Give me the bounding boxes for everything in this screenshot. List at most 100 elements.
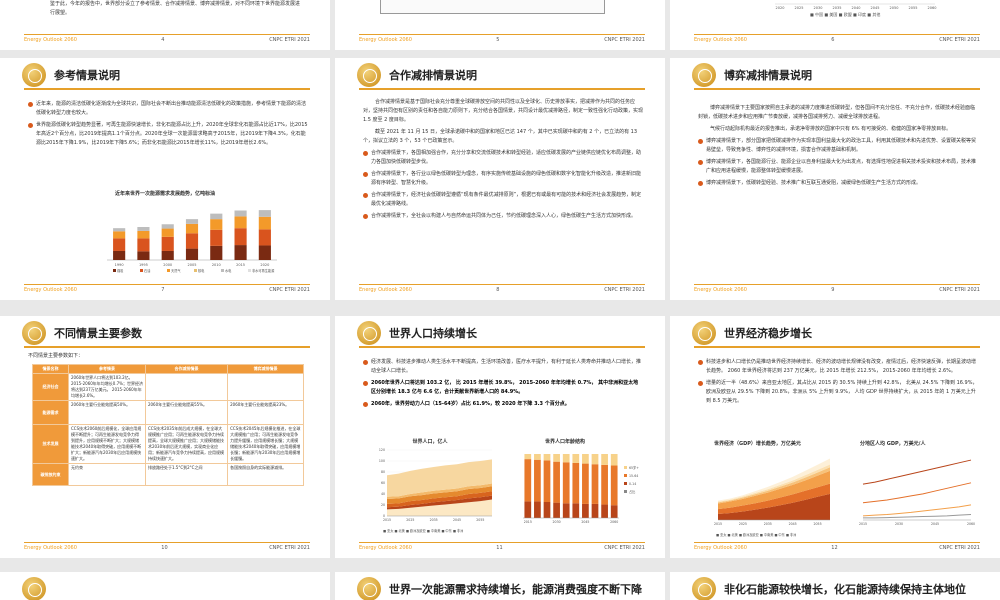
slide-title: 合作减排情景说明 xyxy=(389,69,477,82)
slide-11: 世界人口持续增长 经济发展、科技进步推动人类生活水平不断提高，生活环境改善，医疗… xyxy=(335,316,665,558)
y-tick-label: 20 xyxy=(381,503,385,507)
bar-segment xyxy=(210,213,223,220)
slide-header: 非化石能源较快增长，化石能源持续保持主体地位 xyxy=(670,572,1000,600)
footer-left: Energy Outlook 2060 xyxy=(24,545,77,551)
bar-segment xyxy=(591,454,599,465)
table-cell xyxy=(144,373,229,401)
bar-segment xyxy=(210,219,223,230)
footer: Energy Outlook 2060 12 CNPC ETRI 2021 xyxy=(694,542,980,554)
bullet: 合作减排情景下，各国相加强合作，充分分享和交流低碳技术和转型经验，适应低碳发展的… xyxy=(363,149,643,167)
bar-segment xyxy=(601,504,608,518)
x-tick-label: 2020 xyxy=(260,263,269,267)
x-tick-label: 2025 xyxy=(795,6,804,10)
slide-body: 科技进步和人口增长仍是推动世界经济持续增长、经济的波动增长规律没有改变，疫情过后… xyxy=(698,358,978,409)
world-population-area-chart: 0204060801001202015 2025 2035 2045 2055■ 亚太 … xyxy=(379,448,492,533)
header-rule xyxy=(24,88,310,90)
bullet: 博弈减排情景下，低碳转型经验、技术推广和互联互通受阻，减缓绿色低碳生产生活方式的… xyxy=(698,179,978,188)
line-series xyxy=(862,459,972,485)
table-row: 技术发展 CCS技术2060前后规模化，全球应用规模不断提升；可再生能源发电竞争… xyxy=(32,424,304,464)
logo-icon xyxy=(22,63,46,87)
bar-segment xyxy=(543,454,551,461)
footer-left: Energy Outlook 2060 xyxy=(24,37,77,43)
footer: Energy Outlook 2060 7 CNPC ETRI 2021 xyxy=(24,284,310,296)
x-tick-label: 2015 xyxy=(524,520,532,524)
x-tick-label: 2045 xyxy=(581,520,589,524)
slide-6-legend: ■ 中国 ■ 美国 ■ 欧盟 ■ 印度 ■ 其他 xyxy=(810,12,881,17)
bar-segment xyxy=(113,250,126,260)
slide-header xyxy=(0,572,330,600)
x-tick-label: 2060 xyxy=(967,522,975,526)
table-row: 碳排放约束 无约束 排放路径处于1.5°C到2°C之间 各国按照自身的实际能源减… xyxy=(32,463,304,486)
x-tick-label: 2000 xyxy=(163,263,172,267)
bar-segment xyxy=(591,503,599,518)
x-tick-label: 2055 xyxy=(476,518,484,522)
legend-label: 石油 xyxy=(144,268,150,273)
bar-segment xyxy=(601,464,608,505)
bullet: 合作减排情景下，经济社会低碳转型遵循“现有条件最优减排原则”，根据已有或最有可能… xyxy=(363,191,643,209)
x-tick-label: 2015 xyxy=(236,263,245,267)
slide-6-chart-axis: 2020 2025 2030 2035 2040 2045 2050 2055 2060 xyxy=(775,3,936,10)
slide-title: 非化石能源较快增长，化石能源持续保持主体地位 xyxy=(724,583,966,596)
x-tick-label: 2030 xyxy=(895,522,903,526)
bar-segment xyxy=(113,228,126,232)
footer-right: CNPC ETRI 2021 xyxy=(939,545,980,551)
footer: Energy Outlook 2060 10 CNPC ETRI 2021 xyxy=(24,542,310,554)
slide-header: 世界经济稳步增长 xyxy=(670,316,1000,350)
chart-title: 世界人口，亿人 xyxy=(412,439,448,445)
bar-segment xyxy=(258,245,271,260)
page-number: 10 xyxy=(161,545,168,551)
footer-left: Energy Outlook 2060 xyxy=(694,37,747,43)
legend-swatch xyxy=(167,269,170,272)
bar-segment xyxy=(234,216,247,229)
x-tick-label: 2035 xyxy=(833,6,842,10)
x-tick-label: 2045 xyxy=(931,522,939,526)
row-label: 能源需求 xyxy=(32,400,69,425)
bullet: 合作减排情景下，各行业以绿色低碳转型为理念，有序实施传统基础设施的绿色低碳和数字… xyxy=(363,170,643,188)
footer: Energy Outlook 2060 8 CNPC ETRI 2021 xyxy=(359,284,645,296)
row-label: 碳排放约束 xyxy=(32,463,69,486)
x-tick-label: 2050 xyxy=(890,6,899,10)
footer-left: Energy Outlook 2060 xyxy=(694,545,747,551)
x-tick-label: 2020 xyxy=(776,6,785,10)
x-tick-label: 2015 xyxy=(714,522,722,526)
legend-swatch xyxy=(624,466,627,469)
bar-segment xyxy=(137,230,150,239)
slide-header: 博弈减排情景说明 xyxy=(670,58,1000,92)
footer-right: CNPC ETRI 2021 xyxy=(269,37,310,43)
x-tick-label: 2040 xyxy=(852,6,861,10)
paragraph: 截至 2021 年 11 月 15 日，全球承诺碳中和的国家和地区已达 147 … xyxy=(363,129,638,144)
slide-title: 博弈减排情景说明 xyxy=(724,69,812,82)
page-number: 6 xyxy=(831,37,835,43)
bullet: 经济发展、科技进步推动人类生活水平不断提高，生活环境改善，医疗水平提升，有利于延… xyxy=(363,358,643,376)
bar-segment xyxy=(553,502,560,518)
table-cell: 排放路径处于1.5°C到2°C之间 xyxy=(144,463,229,486)
bar-segment xyxy=(534,501,541,518)
page-number: 8 xyxy=(496,287,500,293)
bar-segment xyxy=(582,454,589,464)
legend-label: 0-14 xyxy=(629,482,636,486)
chart-title: 近年来世界一次能源需求发展趋势，亿吨标油 xyxy=(114,191,215,197)
logo-icon xyxy=(692,63,716,87)
footer: Energy Outlook 2060 6 CNPC ETRI 2021 xyxy=(694,34,980,46)
bar-segment xyxy=(601,454,608,465)
bar-segment xyxy=(524,454,532,460)
table-cell: 2060年主要行业能效提高23%。 xyxy=(227,400,304,425)
table-header-row: 情景名称 参考情景 合作减排情景 博弈减排情景 xyxy=(32,364,304,374)
page-number: 7 xyxy=(161,287,165,293)
footer-right: CNPC ETRI 2021 xyxy=(269,287,310,293)
y-tick-label: 60 xyxy=(381,481,385,485)
bar-segment xyxy=(524,501,532,518)
table-cell: CCS技术2060前后规模化，全球应用规模不断提升；可再生能源发电竞争力得到提升… xyxy=(68,424,146,464)
chart-title: 世界经济（GDP）增长趋势，万亿美元 xyxy=(714,441,801,447)
footer: Energy Outlook 2060 9 CNPC ETRI 2021 xyxy=(694,284,980,296)
table-cell: 2060年世界人口将达到103.2亿。 2015-2060年年均增长0.7%；世… xyxy=(68,373,146,401)
footer: Energy Outlook 2060 5 CNPC ETRI 2021 xyxy=(359,34,645,46)
legend-label: 占比 xyxy=(629,489,635,494)
paragraph: 气候行动起际机构最近的报告推出，承诺净零排放的国家中只有 6% 有可接受的、稳健… xyxy=(710,126,952,132)
x-tick-label: 2035 xyxy=(764,522,772,526)
header-rule xyxy=(359,346,645,348)
footer: Energy Outlook 2060 11 CNPC ETRI 2021 xyxy=(359,542,645,554)
bullet: 合作减排情景下，全社会以构建人与自然命运共同体为己任，节约低碳理念深入人心，绿色… xyxy=(363,212,643,221)
footer-left: Energy Outlook 2060 xyxy=(359,287,412,293)
table-row: 能源需求 2060年主要行业能效提高50%。 2060年主要行业能效提高55%。… xyxy=(32,400,304,425)
